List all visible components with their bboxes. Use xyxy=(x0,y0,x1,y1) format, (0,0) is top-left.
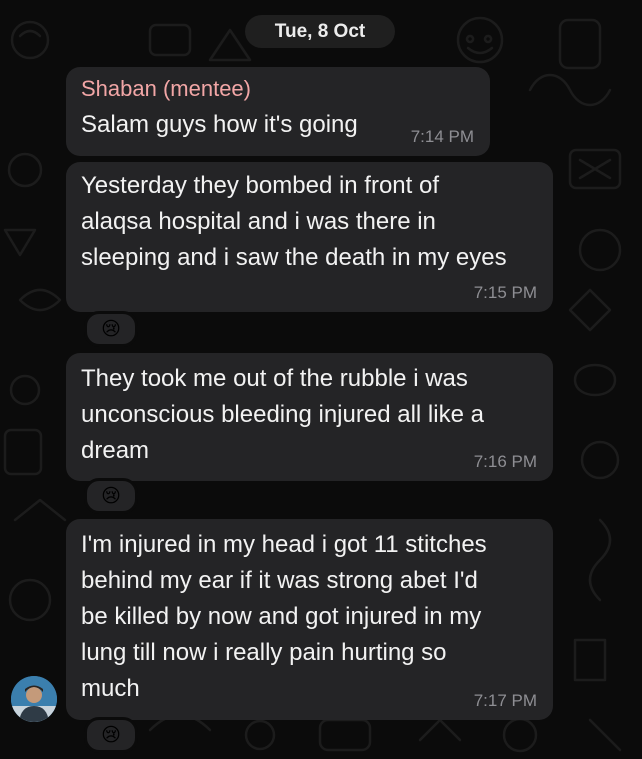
message-text: Yesterday they bombed in front of alaqsa… xyxy=(81,172,507,271)
message-bubble[interactable]: They took me out of the rubble i was unc… xyxy=(66,353,553,481)
reaction-badge[interactable]: 😢 xyxy=(84,478,138,514)
message-time: 7:16 PM xyxy=(473,452,537,471)
sender-name[interactable]: Shaban (mentee) xyxy=(81,76,251,102)
sender-avatar[interactable] xyxy=(11,676,57,722)
message-text: I'm injured in my head i got 11 stitches… xyxy=(81,531,487,702)
message-time: 7:17 PM xyxy=(473,691,537,710)
message-text: They took me out of the rubble i was unc… xyxy=(81,365,484,464)
message-bubble[interactable]: Yesterday they bombed in front of alaqsa… xyxy=(66,162,553,312)
message-time: 7:14 PM xyxy=(410,127,474,146)
crying-face-emoji: 😢 xyxy=(101,724,121,746)
message-bubble[interactable]: Shaban (mentee) Salam guys how it's goin… xyxy=(66,67,490,156)
message-text: Salam guys how it's going xyxy=(81,111,358,138)
message-bubble[interactable]: I'm injured in my head i got 11 stitches… xyxy=(66,519,553,720)
reaction-badge[interactable]: 😢 xyxy=(84,717,138,753)
crying-face-emoji: 😢 xyxy=(101,485,121,507)
date-separator: Tue, 8 Oct xyxy=(245,15,395,48)
crying-face-emoji: 😢 xyxy=(101,318,121,340)
reaction-badge[interactable]: 😢 xyxy=(84,311,138,347)
person-avatar-icon xyxy=(11,676,57,722)
message-time: 7:15 PM xyxy=(473,283,537,302)
